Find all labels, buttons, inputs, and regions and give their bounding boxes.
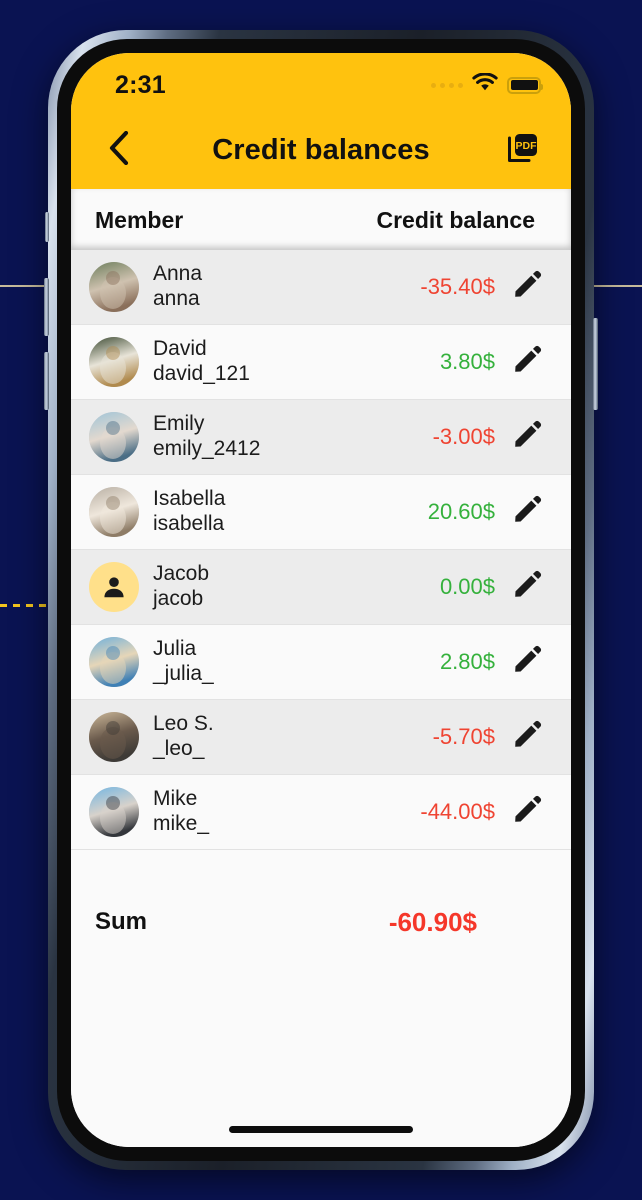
volume-down-button[interactable] xyxy=(44,352,49,410)
member-name: Emily xyxy=(153,412,205,436)
status-indicators xyxy=(431,72,543,97)
table-row[interactable]: Leo S. _leo_ -5.70$ xyxy=(71,700,571,775)
export-pdf-button[interactable]: PDF xyxy=(501,128,545,172)
person-icon xyxy=(99,572,129,602)
home-indicator[interactable] xyxy=(229,1126,413,1133)
pdf-export-icon: PDF xyxy=(505,130,541,171)
edit-balance-button[interactable] xyxy=(505,790,549,834)
pencil-icon xyxy=(512,495,542,530)
member-names: Mike mike_ xyxy=(153,787,209,837)
member-names: Leo S. _leo_ xyxy=(153,712,214,762)
table-row[interactable]: Mike mike_ -44.00$ xyxy=(71,775,571,850)
svg-text:PDF: PDF xyxy=(516,140,538,152)
member-name: Leo S. xyxy=(153,712,214,736)
member-names: Julia _julia_ xyxy=(153,637,214,687)
credit-balance-amount: 3.80$ xyxy=(439,349,495,374)
chevron-left-icon xyxy=(108,130,130,170)
member-username: anna xyxy=(153,287,200,310)
status-time: 2:31 xyxy=(115,70,166,99)
pencil-icon xyxy=(512,270,542,305)
pencil-icon xyxy=(512,795,542,830)
member-username: _julia_ xyxy=(153,662,214,685)
edit-balance-button[interactable] xyxy=(505,265,549,309)
credit-balance-amount: -44.00$ xyxy=(420,799,495,824)
pencil-icon xyxy=(512,720,542,755)
phone-bezel: 2:31 Credit balances PDF Member Credit b… xyxy=(57,39,585,1161)
member-username: _leo_ xyxy=(153,737,205,760)
member-list: Anna anna -35.40$ David david_121 3.80$ Emily e… xyxy=(71,250,571,850)
column-header-balance: Credit balance xyxy=(376,207,536,233)
credit-balance-amount: -3.00$ xyxy=(432,424,495,449)
credit-balance-amount: -5.70$ xyxy=(432,724,495,749)
mute-switch-button[interactable] xyxy=(45,212,49,242)
signal-dots-icon xyxy=(431,82,463,88)
member-username: jacob xyxy=(153,587,204,610)
navigation-bar: Credit balances PDF xyxy=(71,111,571,189)
table-row[interactable]: Emily emily_2412 -3.00$ xyxy=(71,400,571,475)
avatar xyxy=(89,412,139,462)
member-username: emily_2412 xyxy=(153,437,261,460)
phone-screen: 2:31 Credit balances PDF Member Credit b… xyxy=(71,53,571,1147)
avatar xyxy=(89,637,139,687)
sum-value: -60.90$ xyxy=(388,906,477,937)
edit-balance-button[interactable] xyxy=(505,715,549,759)
table-row[interactable]: David david_121 3.80$ xyxy=(71,325,571,400)
pencil-icon xyxy=(512,645,542,680)
edit-balance-button[interactable] xyxy=(505,565,549,609)
edit-balance-button[interactable] xyxy=(505,490,549,534)
member-name: David xyxy=(153,337,207,361)
avatar xyxy=(89,262,139,312)
pencil-icon xyxy=(512,570,542,605)
avatar xyxy=(89,712,139,762)
avatar xyxy=(89,487,139,537)
member-names: David david_121 xyxy=(153,337,250,387)
credit-balance-amount: 20.60$ xyxy=(427,499,495,524)
member-username: mike_ xyxy=(153,812,210,835)
member-name: Anna xyxy=(153,262,203,286)
member-names: Emily emily_2412 xyxy=(153,412,260,462)
sum-label: Sum xyxy=(95,908,148,935)
table-row[interactable]: Jacob jacob 0.00$ xyxy=(71,550,571,625)
member-name: Mike xyxy=(153,787,198,811)
table-row[interactable]: Anna anna -35.40$ xyxy=(71,250,571,325)
avatar xyxy=(89,562,139,612)
avatar xyxy=(89,337,139,387)
table-row[interactable]: Julia _julia_ 2.80$ xyxy=(71,625,571,700)
member-name: Isabella xyxy=(153,487,226,511)
avatar xyxy=(89,787,139,837)
column-header-member: Member xyxy=(95,207,184,233)
edit-balance-button[interactable] xyxy=(505,640,549,684)
member-names: Anna anna xyxy=(153,262,202,312)
battery-full-icon xyxy=(507,76,543,94)
content-area: Member Credit balance Anna anna -35.40$ Dav… xyxy=(71,189,571,1147)
edit-balance-button[interactable] xyxy=(505,415,549,459)
member-name: Julia xyxy=(153,637,197,661)
member-names: Isabella isabella xyxy=(153,487,225,537)
credit-balance-amount: 2.80$ xyxy=(439,649,495,674)
phone-frame: 2:31 Credit balances PDF Member Credit b… xyxy=(44,30,598,1170)
member-names: Jacob jacob xyxy=(153,562,209,612)
back-button[interactable] xyxy=(97,128,141,172)
power-button[interactable] xyxy=(593,318,598,410)
table-row[interactable]: Isabella isabella 20.60$ xyxy=(71,475,571,550)
edit-balance-button[interactable] xyxy=(505,340,549,384)
wifi-icon xyxy=(472,72,498,97)
page-title: Credit balances xyxy=(212,133,430,166)
status-bar: 2:31 xyxy=(71,53,571,111)
pencil-icon xyxy=(512,420,542,455)
sum-row: Sum -60.90$ xyxy=(71,876,571,968)
member-username: david_121 xyxy=(153,362,250,385)
credit-balance-amount: 0.00$ xyxy=(439,574,495,599)
table-header: Member Credit balance xyxy=(71,189,571,250)
credit-balance-amount: -35.40$ xyxy=(420,274,495,299)
volume-up-button[interactable] xyxy=(44,278,49,336)
pencil-icon xyxy=(512,345,542,380)
member-username: isabella xyxy=(153,512,225,535)
member-name: Jacob xyxy=(153,562,210,586)
